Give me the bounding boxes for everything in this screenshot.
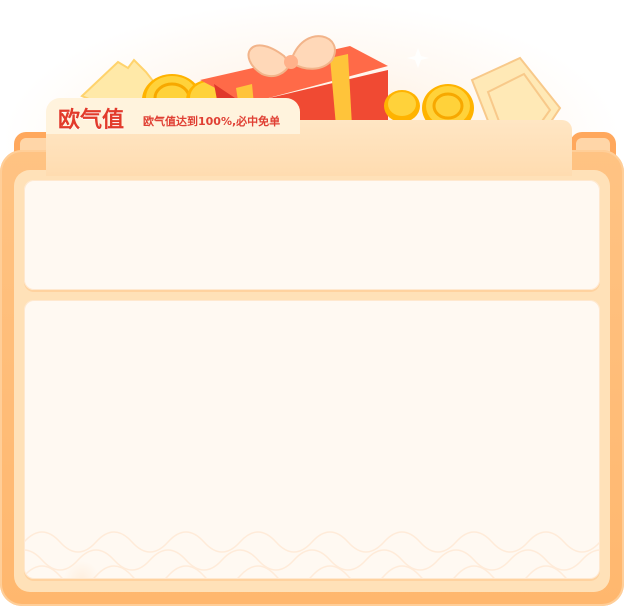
- page-title: 欧气值: [58, 108, 125, 133]
- page-subtitle: 欧气值达到100%,必中免单: [143, 115, 281, 128]
- wave-pattern: [24, 531, 600, 579]
- top-panel: [24, 180, 600, 290]
- coupon-ticket-icon: [470, 56, 562, 127]
- sparkle-icon: [407, 48, 429, 68]
